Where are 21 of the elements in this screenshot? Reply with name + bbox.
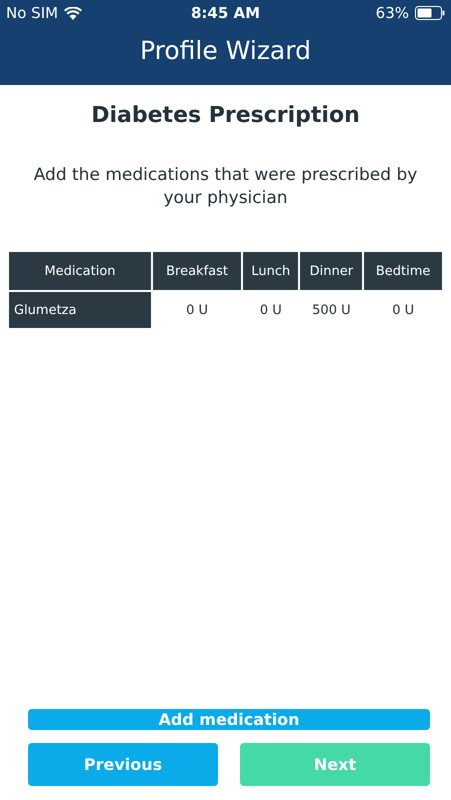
table-cell-text: 0 U	[185, 302, 210, 320]
table-cell-text: 0 U	[258, 302, 283, 320]
clock-time: 8:45 AM	[190, 4, 260, 22]
section-heading: Diabetes Prescription	[91, 103, 360, 128]
column-header: Dinner	[300, 252, 362, 290]
wifi-icon	[64, 6, 82, 20]
page-title: Profile Wizard	[139, 36, 312, 65]
previous-button[interactable]: Previous	[28, 743, 218, 786]
next-button[interactable]: Next	[240, 743, 430, 786]
instructions-text: Add the medications that were prescribed by your physician	[32, 164, 418, 210]
table-cell-text: 0 U	[391, 302, 416, 320]
battery-icon	[415, 6, 445, 20]
column-header: Lunch	[243, 252, 298, 290]
battery-percent: 63%	[376, 4, 409, 22]
column-header: Breakfast	[153, 252, 242, 290]
table-cell: Glumetza	[9, 292, 151, 328]
table-cell-text: 500 U	[311, 302, 352, 320]
column-header: Medication	[9, 252, 151, 290]
add-medication-button[interactable]: Add medication	[28, 709, 430, 730]
column-header: Bedtime	[364, 252, 442, 290]
carrier-label: No SIM	[6, 4, 58, 22]
